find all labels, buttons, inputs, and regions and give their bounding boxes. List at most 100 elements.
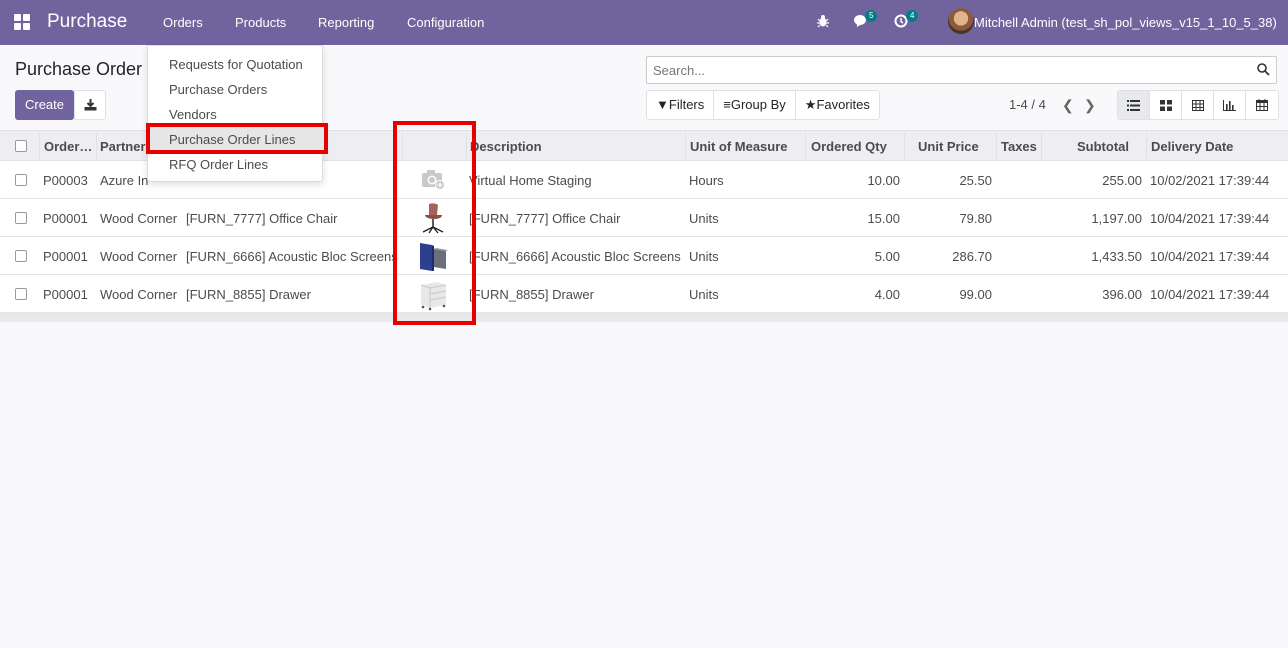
cell-ordered-qty: 10.00 xyxy=(867,173,900,188)
select-all-checkbox[interactable] xyxy=(15,140,27,152)
search-input[interactable]: Search... xyxy=(646,56,1277,84)
breadcrumb: Purchase Order xyxy=(15,59,143,79)
star-icon: ★ xyxy=(804,97,817,112)
bug-icon[interactable] xyxy=(816,14,830,31)
highlight-box-image-column xyxy=(393,121,476,325)
menu-products[interactable]: Products xyxy=(235,15,286,30)
cell-delivery-date: 10/04/2021 17:39:44 xyxy=(1150,211,1270,226)
menu-reporting[interactable]: Reporting xyxy=(318,15,374,30)
table-footer xyxy=(0,313,1288,322)
search-icon[interactable] xyxy=(1257,63,1270,76)
cell-unit-price: 99.00 xyxy=(959,287,992,302)
col-order[interactable]: Order… xyxy=(44,139,92,154)
cell-partner: Wood Corner xyxy=(100,287,178,302)
user-menu[interactable]: Mitchell Admin (test_sh_pol_views_v15_1_… xyxy=(974,15,1277,30)
cell-ordered-qty: 4.00 xyxy=(874,287,900,302)
search-options: ▼Filters ≡Group By ★Favorites xyxy=(646,90,880,120)
export-button[interactable] xyxy=(74,90,106,120)
cell-order: P00001 xyxy=(43,249,88,264)
cell-unit-price: 79.80 xyxy=(959,211,992,226)
row-checkbox[interactable] xyxy=(15,288,27,300)
chevron-right-icon[interactable]: ❯ xyxy=(1084,97,1096,114)
col-unit-price[interactable]: Unit Price xyxy=(918,139,979,154)
chevron-left-icon[interactable]: ❮ xyxy=(1062,97,1074,114)
search-placeholder: Search... xyxy=(653,63,706,78)
table-row[interactable]: P00001 Wood Corner [FURN_7777] Office Ch… xyxy=(0,199,1288,237)
cell-partner: Wood Corner xyxy=(100,211,178,226)
app-brand[interactable]: Purchase xyxy=(47,11,127,33)
list-icon: ≡ xyxy=(723,97,731,112)
cell-delivery-date: 10/04/2021 17:39:44 xyxy=(1150,249,1270,264)
row-checkbox[interactable] xyxy=(15,174,27,186)
cell-product: [FURN_7777] Office Chair xyxy=(186,211,338,226)
col-delivery-date[interactable]: Delivery Date xyxy=(1151,139,1233,154)
download-icon xyxy=(84,99,97,111)
pivot-view-icon[interactable] xyxy=(1182,91,1214,119)
list-view-icon[interactable] xyxy=(1118,91,1150,119)
activity-count-badge: 4 xyxy=(906,10,919,22)
cell-uom: Units xyxy=(689,249,719,264)
avatar[interactable] xyxy=(948,8,974,34)
view-switcher xyxy=(1117,90,1279,120)
group-by-button[interactable]: ≡Group By xyxy=(714,91,796,119)
kanban-view-icon[interactable] xyxy=(1150,91,1182,119)
cell-unit-price: 25.50 xyxy=(959,173,992,188)
menu-orders[interactable]: Orders xyxy=(163,15,203,30)
col-partner[interactable]: Partner xyxy=(100,139,146,154)
activity-clock-icon[interactable]: 4 xyxy=(894,10,919,31)
menu-item-purchase-orders[interactable]: Purchase Orders xyxy=(169,82,267,97)
menu-item-requests-for-quotation[interactable]: Requests for Quotation xyxy=(169,57,303,72)
graph-view-icon[interactable] xyxy=(1214,91,1246,119)
col-ordered-qty[interactable]: Ordered Qty xyxy=(811,139,887,154)
col-description[interactable]: Description xyxy=(470,139,542,154)
cell-uom: Hours xyxy=(689,173,724,188)
cell-order: P00001 xyxy=(43,287,88,302)
cell-ordered-qty: 15.00 xyxy=(867,211,900,226)
row-checkbox[interactable] xyxy=(15,250,27,262)
cell-product: [FURN_8855] Drawer xyxy=(186,287,311,302)
group-by-label: Group By xyxy=(730,97,786,112)
highlight-box-menu-item xyxy=(146,123,328,154)
calendar-view-icon[interactable] xyxy=(1246,91,1278,119)
cell-product: [FURN_6666] Acoustic Bloc Screens xyxy=(186,249,398,264)
cell-order: P00003 xyxy=(43,173,88,188)
col-taxes[interactable]: Taxes xyxy=(1001,139,1037,154)
pager-value[interactable]: 1-4 / 4 xyxy=(1009,97,1046,112)
favorites-label: Favorites xyxy=(816,97,870,112)
table-row[interactable]: P00001 Wood Corner [FURN_8855] Drawer [F… xyxy=(0,275,1288,313)
chat-icon[interactable]: 5 xyxy=(853,10,878,31)
cell-description: Virtual Home Staging xyxy=(469,173,592,188)
chat-count-badge: 5 xyxy=(865,10,878,22)
top-navbar: Purchase Orders Products Reporting Confi… xyxy=(0,0,1288,45)
menu-item-vendors[interactable]: Vendors xyxy=(169,107,217,122)
cell-subtotal: 1,197.00 xyxy=(1091,211,1142,226)
menu-item-rfq-order-lines[interactable]: RFQ Order Lines xyxy=(169,157,268,172)
cell-subtotal: 255.00 xyxy=(1102,173,1142,188)
filters-label: Filters xyxy=(668,97,705,112)
row-checkbox[interactable] xyxy=(15,212,27,224)
menu-configuration[interactable]: Configuration xyxy=(407,15,484,30)
cell-delivery-date: 10/04/2021 17:39:44 xyxy=(1150,287,1270,302)
apps-menu-icon[interactable] xyxy=(14,14,31,31)
cell-subtotal: 1,433.50 xyxy=(1091,249,1142,264)
filter-icon: ▼ xyxy=(656,97,669,112)
cell-ordered-qty: 5.00 xyxy=(874,249,900,264)
cell-partner: Azure In xyxy=(100,173,149,188)
col-subtotal[interactable]: Subtotal xyxy=(1077,139,1129,154)
orders-dropdown-menu: Requests for Quotation Purchase Orders V… xyxy=(147,45,324,182)
cell-description: [FURN_7777] Office Chair xyxy=(469,211,621,226)
cell-uom: Units xyxy=(689,211,719,226)
create-button[interactable]: Create xyxy=(15,90,74,120)
filters-button[interactable]: ▼Filters xyxy=(647,91,715,119)
cell-partner: Wood Corner xyxy=(100,249,178,264)
cell-delivery-date: 10/02/2021 17:39:44 xyxy=(1150,173,1270,188)
optional-columns-icon[interactable]: ⋮ xyxy=(1284,138,1288,154)
table-row[interactable]: P00001 Wood Corner [FURN_6666] Acoustic … xyxy=(0,237,1288,275)
cell-order: P00001 xyxy=(43,211,88,226)
cell-unit-price: 286.70 xyxy=(952,249,992,264)
cell-subtotal: 396.00 xyxy=(1102,287,1142,302)
cell-uom: Units xyxy=(689,287,719,302)
col-uom[interactable]: Unit of Measure xyxy=(690,139,788,154)
cell-description: [FURN_8855] Drawer xyxy=(469,287,594,302)
favorites-button[interactable]: ★Favorites xyxy=(796,91,879,119)
